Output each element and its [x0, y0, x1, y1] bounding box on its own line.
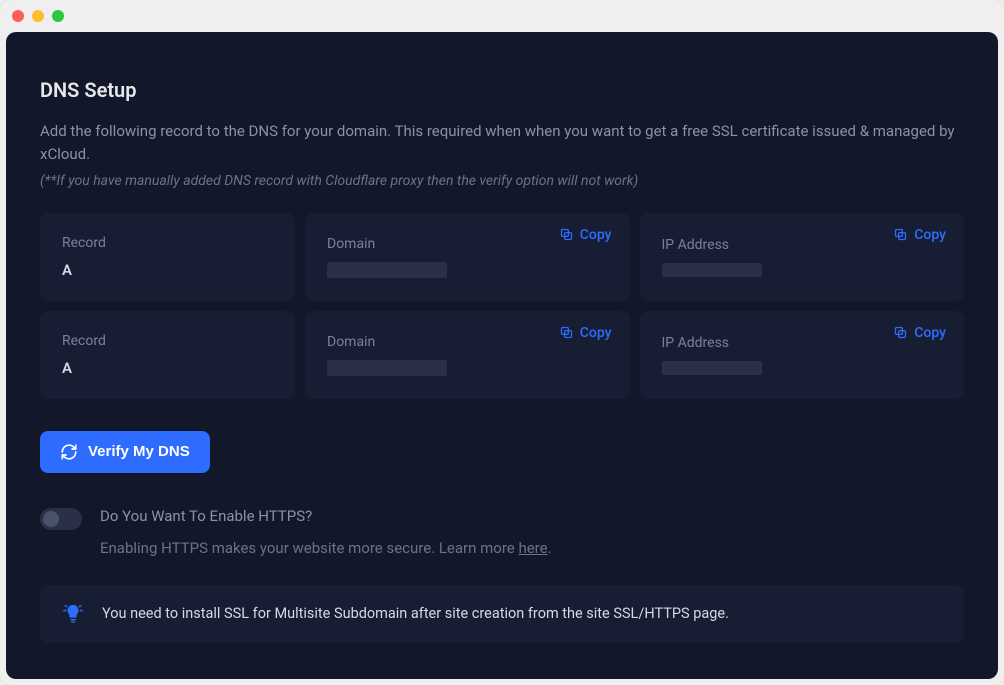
lightbulb-icon [62, 603, 84, 625]
window-maximize-button[interactable] [52, 10, 64, 22]
page-note: (**If you have manually added DNS record… [40, 173, 964, 189]
dns-row: Record A Copy Domain Copy IP Address [40, 311, 964, 399]
domain-value-redacted [327, 360, 447, 376]
learn-more-link[interactable]: here [518, 539, 547, 557]
banner-message: You need to install SSL for Multisite Su… [102, 605, 729, 622]
toggle-knob [43, 511, 59, 527]
domain-value-redacted [327, 262, 447, 278]
refresh-icon [60, 443, 78, 461]
copy-label: Copy [914, 325, 946, 341]
https-toggle-hint: Enabling HTTPS makes your website more s… [100, 539, 552, 557]
page-description: Add the following record to the DNS for … [40, 120, 964, 167]
record-card: Record A [40, 311, 295, 399]
window-titlebar [0, 0, 1004, 32]
copy-icon [893, 325, 908, 340]
record-value: A [62, 261, 273, 279]
domain-card: Copy Domain [305, 311, 630, 399]
record-label: Record [62, 235, 273, 251]
copy-label: Copy [914, 227, 946, 243]
copy-label: Copy [580, 325, 612, 341]
record-value: A [62, 359, 273, 377]
copy-ip-button[interactable]: Copy [893, 325, 946, 341]
window-close-button[interactable] [12, 10, 24, 22]
app-window: DNS Setup Add the following record to th… [0, 0, 1004, 685]
hint-tail: . [548, 539, 552, 557]
ip-value-redacted [662, 263, 762, 277]
verify-dns-button[interactable]: Verify My DNS [40, 431, 210, 473]
ip-card: Copy IP Address [640, 213, 965, 301]
record-label: Record [62, 333, 273, 349]
dns-row: Record A Copy Domain Copy IP Address [40, 213, 964, 301]
verify-button-label: Verify My DNS [88, 443, 190, 460]
copy-label: Copy [580, 227, 612, 243]
domain-card: Copy Domain [305, 213, 630, 301]
window-minimize-button[interactable] [32, 10, 44, 22]
copy-domain-button[interactable]: Copy [559, 325, 612, 341]
hint-text: Enabling HTTPS makes your website more s… [100, 539, 518, 557]
copy-icon [559, 227, 574, 242]
https-toggle-text: Do You Want To Enable HTTPS? Enabling HT… [100, 507, 552, 557]
https-toggle[interactable] [40, 508, 82, 530]
record-card: Record A [40, 213, 295, 301]
https-toggle-row: Do You Want To Enable HTTPS? Enabling HT… [40, 507, 964, 557]
ip-card: Copy IP Address [640, 311, 965, 399]
copy-icon [559, 325, 574, 340]
copy-icon [893, 227, 908, 242]
copy-domain-button[interactable]: Copy [559, 227, 612, 243]
content-area: DNS Setup Add the following record to th… [6, 32, 998, 679]
info-banner: You need to install SSL for Multisite Su… [40, 585, 964, 643]
copy-ip-button[interactable]: Copy [893, 227, 946, 243]
ip-value-redacted [662, 361, 762, 375]
page-title: DNS Setup [40, 78, 964, 102]
https-toggle-label: Do You Want To Enable HTTPS? [100, 507, 552, 525]
